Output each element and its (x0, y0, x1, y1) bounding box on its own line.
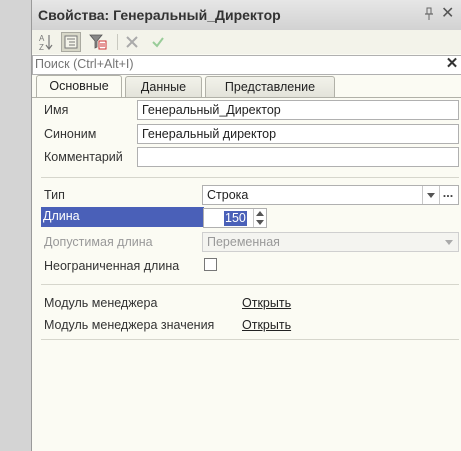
type-dropdown-button[interactable] (422, 186, 439, 204)
allowed-length-label: Допустимая длина (44, 235, 153, 249)
tab-basic-label: Основные (49, 79, 109, 93)
window-title: Свойства: Генеральный_Директор (38, 7, 281, 23)
type-value: Строка (207, 188, 249, 202)
toolbar: A Z (32, 30, 461, 54)
allowed-length-dropdown-button[interactable] (441, 233, 457, 251)
type-label: Тип (44, 188, 65, 202)
svg-text:A: A (39, 34, 45, 43)
manager-module-open-link[interactable]: Открыть (242, 296, 291, 310)
unlimited-length-label: Неограниченная длина (44, 259, 180, 273)
name-field[interactable]: Генеральный_Директор (137, 100, 459, 120)
filter-icon[interactable] (88, 32, 108, 52)
tab-data-label: Данные (140, 80, 187, 94)
svg-text:Z: Z (39, 43, 44, 52)
synonym-field[interactable]: Генеральный директор (137, 124, 459, 144)
properties-panel: Свойства: Генеральный_Директор ✕ A Z Пои… (31, 0, 461, 451)
search-box: ✕ (32, 55, 461, 75)
unlimited-length-checkbox[interactable] (204, 258, 217, 271)
categories-icon[interactable] (61, 32, 81, 52)
chevron-down-icon (445, 240, 453, 245)
chevron-down-icon (427, 193, 435, 198)
pin-icon[interactable] (424, 7, 434, 21)
length-value[interactable]: 150 (224, 211, 247, 226)
allowed-length-select[interactable]: Переменная (202, 232, 459, 252)
length-spin-buttons[interactable] (253, 209, 266, 227)
close-icon[interactable]: ✕ (441, 6, 454, 22)
tab-divider (32, 97, 461, 98)
section-separator (41, 284, 459, 285)
length-label-selected: Длина (41, 207, 204, 227)
comment-label: Комментарий (44, 150, 123, 164)
tab-presentation[interactable]: Представление (205, 76, 335, 97)
synonym-label: Синоним (44, 127, 97, 141)
spin-down-icon[interactable] (256, 220, 264, 225)
tab-data[interactable]: Данные (125, 76, 202, 97)
sort-az-icon[interactable]: A Z (35, 32, 55, 52)
search-clear-icon[interactable]: ✕ (443, 56, 461, 72)
cancel-x-icon[interactable] (122, 32, 142, 52)
allowed-length-value: Переменная (207, 235, 280, 249)
length-stepper[interactable]: 150 (203, 208, 267, 228)
type-select-more-button[interactable]: ... (439, 186, 456, 204)
name-label: Имя (44, 103, 69, 117)
tab-presentation-label: Представление (224, 80, 316, 94)
section-separator (41, 177, 459, 178)
title-bar: Свойства: Генеральный_Директор ✕ (32, 0, 461, 31)
type-select[interactable]: Строка ... (202, 185, 459, 205)
comment-field[interactable] (137, 147, 459, 167)
search-input[interactable] (35, 56, 435, 72)
left-window-strip (0, 0, 32, 451)
manager-module-label: Модуль менеджера (44, 296, 158, 310)
tab-bar: Основные Данные Представление (32, 75, 461, 98)
length-label: Длина (43, 209, 80, 223)
value-manager-module-label: Модуль менеджера значения (44, 318, 215, 332)
tab-basic[interactable]: Основные (36, 75, 122, 98)
apply-check-icon[interactable] (148, 32, 168, 52)
spin-up-icon[interactable] (256, 211, 264, 216)
toolbar-separator (117, 34, 118, 50)
section-separator (41, 339, 459, 340)
value-manager-module-open-link[interactable]: Открыть (242, 318, 291, 332)
